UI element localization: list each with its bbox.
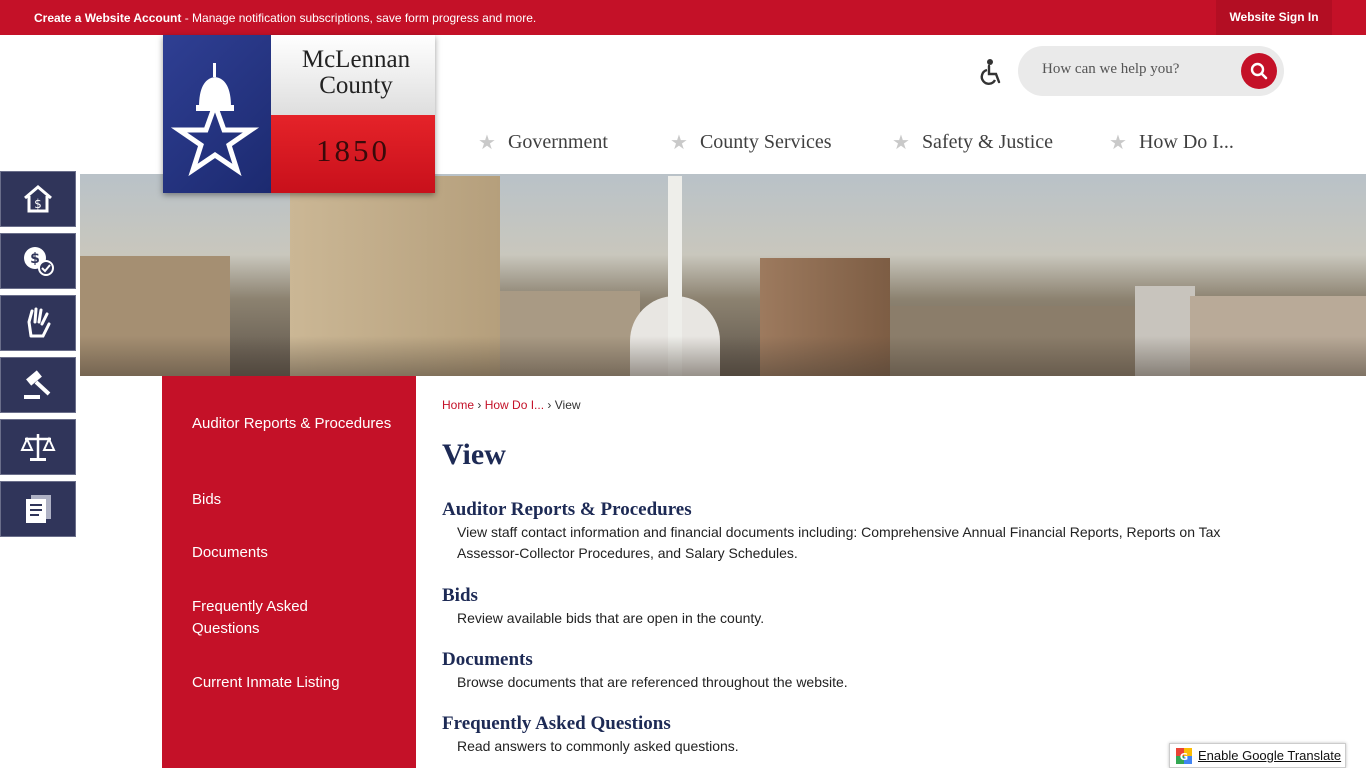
secondary-nav-bids[interactable]: Bids (192, 489, 392, 511)
breadcrumb-separator: › (547, 398, 552, 412)
google-translate-widget[interactable]: G Enable Google Translate (1169, 743, 1346, 768)
documents-icon (26, 495, 51, 523)
breadcrumb-separator: › (477, 398, 482, 412)
svg-text:G: G (1180, 752, 1188, 763)
breadcrumb-home[interactable]: Home (442, 398, 474, 412)
quick-link-home-dollar[interactable]: $ (0, 171, 76, 227)
search-button[interactable] (1241, 53, 1277, 89)
breadcrumb-current: View (554, 398, 581, 412)
enable-translate-link[interactable]: Enable Google Translate (1198, 748, 1341, 763)
page-title: View (442, 438, 506, 471)
svg-text:$: $ (34, 197, 42, 211)
secondary-nav-documents[interactable]: Documents (192, 542, 392, 564)
logo-county-name: McLennan County (289, 47, 423, 99)
top-notification-bar: Create a Website Account - Manage notifi… (0, 0, 1366, 35)
secondary-nav-auditor[interactable]: Auditor Reports & Procedures (192, 413, 392, 435)
nav-safety-justice[interactable]: ★ Safety & Justice (892, 128, 1053, 156)
search-input[interactable] (1042, 61, 1232, 78)
nav-government[interactable]: ★ Government (478, 128, 608, 156)
quick-link-volunteer[interactable] (0, 295, 76, 351)
county-logo[interactable]: McLennan County 1850 (163, 35, 435, 193)
star-icon: ★ (1109, 131, 1127, 154)
entry-description: View staff contact information and finan… (457, 524, 1221, 561)
entry-description: Review available bids that are open in t… (457, 610, 765, 626)
search-icon (1250, 62, 1268, 80)
account-description: - Manage notification subscriptions, sav… (181, 11, 537, 25)
account-message[interactable]: Create a Website Account - Manage notifi… (34, 11, 536, 25)
nav-label: How Do I... (1138, 130, 1234, 153)
logo-blue-field (163, 35, 271, 193)
list-item: Auditor Reports & Procedures View staff … (442, 498, 1262, 564)
shade (80, 336, 1366, 376)
entry-title-link[interactable]: Bids (442, 584, 1262, 608)
entry-title-link[interactable]: Frequently Asked Questions (442, 712, 1262, 736)
star-icon: ★ (892, 131, 910, 154)
nav-label: Safety & Justice (921, 130, 1054, 153)
secondary-nav-inmate-listing[interactable]: Current Inmate Listing (192, 672, 392, 694)
breadcrumb-how-do-i[interactable]: How Do I... (485, 398, 544, 412)
logo-name-line2: County (319, 72, 393, 99)
entry-description: Browse documents that are referenced thr… (457, 674, 848, 690)
logo-year: 1850 (316, 133, 390, 168)
secondary-nav-faq[interactable]: Frequently Asked Questions (192, 596, 342, 640)
create-account-link[interactable]: Create a Website Account (34, 11, 181, 25)
list-item: Bids Review available bids that are open… (442, 584, 1262, 629)
secondary-nav: Auditor Reports & Procedures Bids Docume… (162, 376, 416, 768)
list-item: Documents Browse documents that are refe… (442, 648, 1262, 693)
nav-county-services[interactable]: ★ County Services (670, 128, 832, 156)
star-icon: ★ (670, 131, 688, 154)
money-check-icon: $ (24, 247, 54, 276)
quick-link-justice[interactable] (0, 419, 76, 475)
nav-label: County Services (699, 130, 832, 153)
svg-text:$: $ (30, 251, 40, 267)
google-g-icon: G (1176, 747, 1192, 764)
quick-link-documents[interactable] (0, 481, 76, 537)
scales-icon (20, 434, 56, 461)
nav-how-do-i[interactable]: ★ How Do I... (1109, 128, 1234, 156)
nav-label: Government (507, 130, 608, 153)
hero-banner-image (80, 174, 1366, 376)
list-item: Frequently Asked Questions Read answers … (442, 712, 1262, 757)
gavel-icon (24, 370, 51, 399)
entry-title-link[interactable]: Documents (442, 648, 1262, 672)
capitol-star-icon (170, 63, 260, 177)
logo-name-line1: McLennan (301, 46, 411, 73)
star-icon: ★ (478, 131, 496, 154)
website-sign-in-button[interactable]: Website Sign In (1216, 0, 1332, 35)
accessibility-icon[interactable] (976, 58, 1004, 86)
entry-description: Read answers to commonly asked questions… (457, 738, 739, 754)
breadcrumb: Home › How Do I... › View (442, 398, 581, 412)
helping-hand-icon (27, 307, 51, 338)
entry-title-link[interactable]: Auditor Reports & Procedures (442, 498, 1262, 522)
quick-link-courts[interactable] (0, 357, 76, 413)
quick-link-payments[interactable]: $ (0, 233, 76, 289)
home-dollar-icon: $ (24, 185, 52, 213)
site-search (1018, 46, 1284, 96)
